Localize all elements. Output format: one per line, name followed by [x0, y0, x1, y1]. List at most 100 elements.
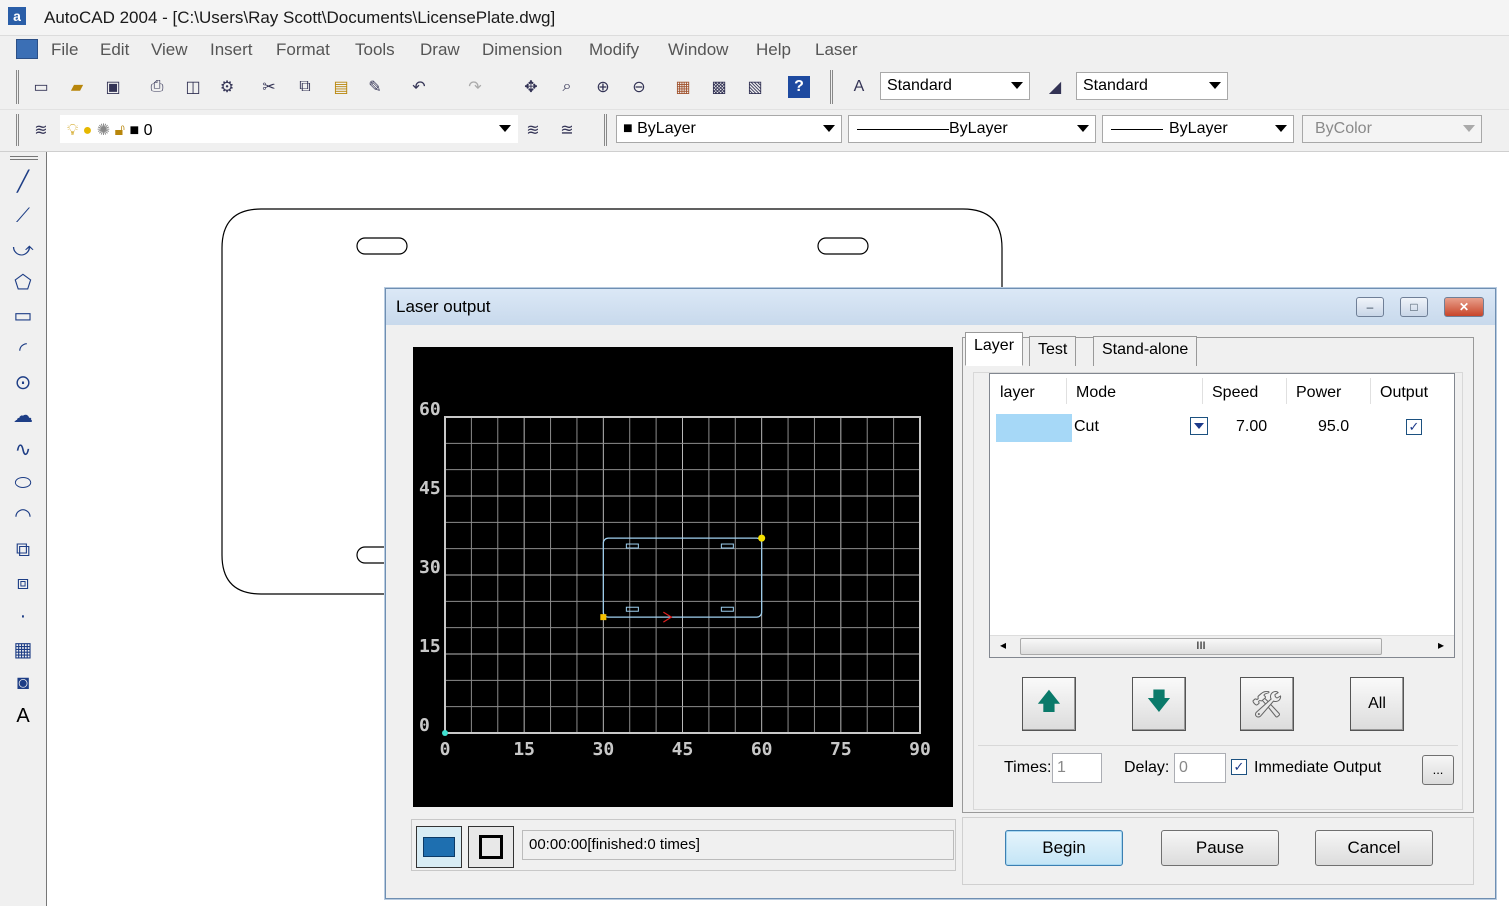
begin-button[interactable]: Begin [1005, 830, 1123, 866]
polyline-icon[interactable]: ⤻ [9, 236, 37, 264]
tab-test[interactable]: Test [1029, 336, 1077, 366]
circle-icon[interactable]: ⊙ [9, 369, 37, 397]
plotstyle-control-select[interactable]: ByColor [1302, 115, 1482, 143]
paste-icon[interactable]: ▤ [330, 76, 352, 98]
menu-insert[interactable]: Insert [210, 40, 253, 60]
zoom-previous-icon[interactable]: ⊖ [628, 76, 650, 98]
undo-icon[interactable]: ↶ [408, 76, 430, 98]
layer-select[interactable]: 💡︎ ● ✺ 🔓︎ ■ 0 [60, 115, 518, 143]
zoom-window-icon[interactable]: ⊕ [592, 76, 614, 98]
match-properties-icon[interactable]: ✎ [364, 76, 386, 98]
make-block-icon[interactable]: ⧈ [9, 569, 37, 597]
speed-cell[interactable]: 7.00 [1236, 418, 1267, 436]
layer-manager-icon[interactable]: ≋ [30, 119, 52, 141]
arc-icon[interactable]: ◜ [9, 336, 37, 364]
column-header-mode[interactable]: Mode [1076, 384, 1116, 402]
scrollbar-thumb[interactable]: III [1020, 638, 1382, 655]
ellipse-icon[interactable]: ⬭ [9, 469, 37, 497]
menu-dimension[interactable]: Dimension [482, 40, 562, 60]
more-options-button[interactable]: ... [1422, 755, 1454, 785]
delay-input[interactable]: 0 [1174, 753, 1226, 783]
multiline-text-icon[interactable]: A [9, 702, 37, 730]
polygon-icon[interactable]: ⬠ [9, 269, 37, 297]
output-checkbox[interactable]: ✓ [1406, 419, 1422, 435]
text-style-icon[interactable]: A [848, 76, 870, 98]
tool-palettes-icon[interactable]: ▧ [744, 76, 766, 98]
construction-line-icon[interactable]: ⟋ [9, 202, 37, 230]
laser-settings-button[interactable]: 🛠︎ [1240, 677, 1294, 731]
move-down-button[interactable]: 🡇 [1132, 677, 1186, 731]
rectangle-icon[interactable]: ▭ [9, 302, 37, 330]
cancel-button[interactable]: Cancel [1315, 830, 1433, 866]
point-icon[interactable]: · [9, 602, 37, 630]
menu-help[interactable]: Help [756, 40, 791, 60]
menu-modify[interactable]: Modify [589, 40, 639, 60]
column-header-speed[interactable]: Speed [1212, 384, 1258, 402]
mode-dropdown-button[interactable] [1190, 417, 1208, 435]
dim-style-icon[interactable]: ◢ [1044, 76, 1066, 98]
color-control-select[interactable]: ■ ByLayer [616, 115, 842, 143]
dim-style-select[interactable]: Standard [1076, 72, 1228, 100]
plot-preview-icon[interactable]: ◫ [182, 76, 204, 98]
all-button[interactable]: All [1350, 677, 1404, 731]
new-file-icon[interactable]: ▭ [30, 76, 52, 98]
cut-icon[interactable]: ✂ [258, 76, 280, 98]
ellipse-arc-icon[interactable]: ◠ [9, 502, 37, 530]
autocad-app-icon[interactable]: a [8, 7, 26, 25]
column-header-power[interactable]: Power [1296, 384, 1341, 402]
power-cell[interactable]: 95.0 [1318, 418, 1349, 436]
mode-cell[interactable]: Cut [1074, 418, 1099, 436]
revision-cloud-icon[interactable]: ☁︎ [9, 402, 37, 430]
zoom-realtime-icon[interactable]: ⌕ [556, 76, 578, 98]
column-header-output[interactable]: Output [1380, 384, 1428, 402]
pan-icon[interactable]: ✥ [520, 76, 542, 98]
menu-edit[interactable]: Edit [100, 40, 129, 60]
layer-previous-icon[interactable]: ≊ [556, 119, 578, 141]
toolbar-grip[interactable] [604, 114, 607, 146]
publish-icon[interactable]: ⚙ [216, 76, 238, 98]
toolbar-grip[interactable] [16, 70, 19, 104]
spline-icon[interactable]: ∿ [9, 436, 37, 464]
text-style-select[interactable]: Standard [880, 72, 1030, 100]
scroll-left-icon[interactable]: ◂ [1000, 638, 1006, 652]
properties-icon[interactable]: ▦ [672, 76, 694, 98]
minimize-button[interactable]: – [1356, 297, 1384, 317]
redo-icon[interactable]: ↷ [464, 76, 486, 98]
horizontal-scrollbar[interactable]: ◂ III ▸ [990, 635, 1454, 657]
toolbar-grip[interactable] [10, 156, 38, 160]
pause-button[interactable]: Pause [1161, 830, 1279, 866]
save-icon[interactable]: ▣ [102, 76, 124, 98]
maximize-button[interactable]: □ [1400, 297, 1428, 317]
move-up-button[interactable]: 🡅 [1022, 677, 1076, 731]
immediate-output-checkbox[interactable]: ✓ [1231, 759, 1247, 775]
document-icon[interactable] [16, 39, 38, 59]
make-object-layer-current-icon[interactable]: ≋ [522, 119, 544, 141]
tab-layer[interactable]: Layer [965, 332, 1024, 366]
help-icon[interactable]: ? [788, 76, 810, 98]
dialog-title-bar[interactable]: Laser output – □ ✕ [386, 289, 1495, 325]
menu-window[interactable]: Window [668, 40, 728, 60]
hatch-icon[interactable]: ▦ [9, 636, 37, 664]
region-icon[interactable]: ◙ [9, 669, 37, 697]
linetype-control-select[interactable]: ByLayer [848, 115, 1096, 143]
line-icon[interactable]: ╱ [9, 168, 37, 196]
keyboard-icon[interactable] [416, 826, 462, 868]
column-header-layer[interactable]: layer [1000, 384, 1035, 402]
open-file-icon[interactable]: ▰ [66, 76, 88, 98]
menu-file[interactable]: File [51, 40, 78, 60]
tab-stand-alone[interactable]: Stand-alone [1093, 336, 1198, 366]
scroll-right-icon[interactable]: ▸ [1438, 638, 1444, 652]
close-button[interactable]: ✕ [1444, 297, 1484, 317]
layer-color-swatch[interactable] [996, 414, 1072, 442]
frame-icon[interactable] [468, 826, 514, 868]
toolbar-grip[interactable] [16, 114, 19, 146]
menu-laser[interactable]: Laser [815, 40, 858, 60]
lineweight-control-select[interactable]: ByLayer [1102, 115, 1294, 143]
plot-icon[interactable]: ⎙ [146, 76, 168, 98]
menu-format[interactable]: Format [276, 40, 330, 60]
insert-block-icon[interactable]: ⧉ [9, 536, 37, 564]
toolbar-grip[interactable] [830, 70, 833, 104]
menu-draw[interactable]: Draw [420, 40, 460, 60]
design-center-icon[interactable]: ▩ [708, 76, 730, 98]
menu-tools[interactable]: Tools [355, 40, 395, 60]
